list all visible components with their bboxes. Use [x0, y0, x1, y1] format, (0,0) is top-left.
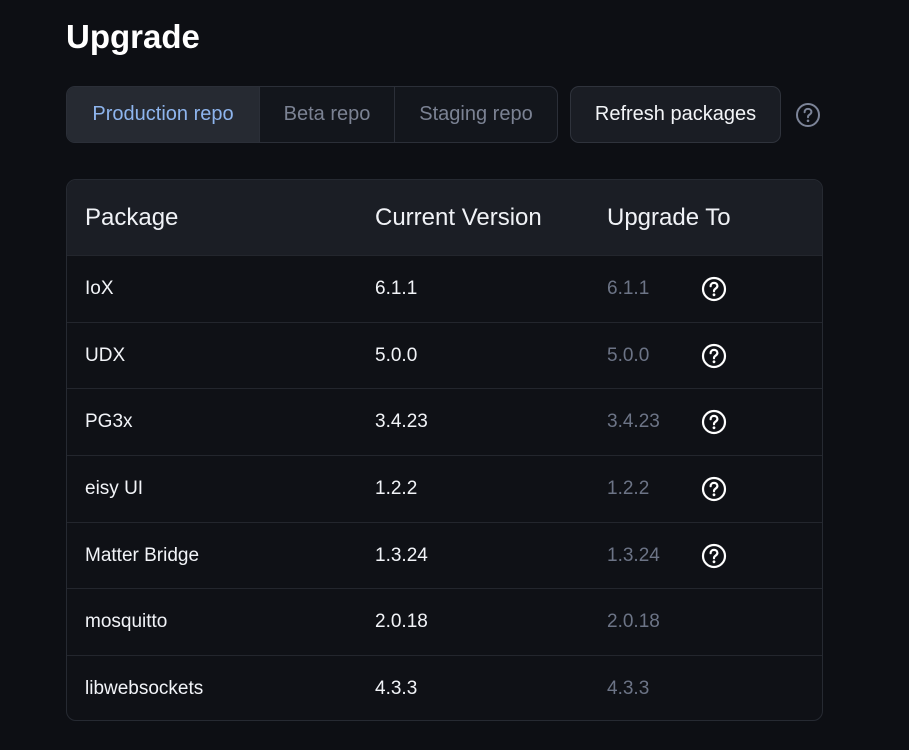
packages-table: Package Current Version Upgrade To IoX 6…: [66, 179, 823, 721]
tab-staging-repo[interactable]: Staging repo: [394, 87, 557, 142]
table-row: IoX 6.1.1 6.1.1: [67, 255, 822, 322]
tab-beta-repo[interactable]: Beta repo: [259, 87, 394, 142]
tab-production-repo[interactable]: Production repo: [67, 87, 259, 142]
question-circle-icon-graphic: [701, 343, 727, 368]
toolbar: Production repo Beta repo Staging repo R…: [66, 86, 821, 143]
table-header: Package Current Version Upgrade To: [67, 180, 822, 255]
package-name: PG3x: [85, 411, 133, 433]
table-row: Matter Bridge 1.3.24 1.3.24: [67, 521, 822, 589]
repo-tabs: Production repo Beta repo Staging repo: [66, 86, 558, 143]
package-name: libwebsockets: [85, 677, 204, 699]
current-version: 1.3.24: [375, 544, 428, 566]
header-package: Package: [85, 203, 179, 231]
question-circle-icon[interactable]: [795, 102, 821, 128]
upgrade-version: 1.3.24: [607, 544, 660, 566]
package-name: mosquitto: [85, 611, 168, 633]
current-version: 6.1.1: [375, 277, 418, 299]
table-row: PG3x 3.4.23 3.4.23: [67, 388, 822, 455]
package-name: eisy UI: [85, 477, 144, 499]
upgrade-version: 5.0.0: [607, 344, 650, 366]
header-upgrade-to: Upgrade To: [607, 203, 731, 231]
question-circle-icon[interactable]: [701, 276, 727, 302]
current-version: 4.3.3: [375, 677, 418, 699]
question-circle-icon-graphic: [701, 276, 727, 301]
question-circle-icon[interactable]: [701, 543, 727, 569]
upgrade-version: 3.4.23: [607, 411, 660, 433]
question-circle-icon-graphic: [796, 102, 820, 127]
current-version: 2.0.18: [375, 611, 428, 633]
upgrade-version: 6.1.1: [607, 277, 650, 299]
package-name: UDX: [85, 344, 126, 366]
package-name: IoX: [85, 277, 114, 299]
table-body: IoX 6.1.1 6.1.1 UDX 5.0.0 5.0.0 PG3x 3.4…: [67, 255, 822, 720]
upgrade-version: 4.3.3: [607, 677, 650, 699]
upgrade-page: Upgrade Production repo Beta repo Stagin…: [0, 0, 909, 750]
table-row: eisy UI 1.2.2 1.2.2: [67, 455, 822, 522]
page-title: Upgrade: [66, 18, 200, 55]
table-row: libwebsockets 4.3.3 4.3.3: [67, 655, 822, 720]
upgrade-version: 2.0.18: [607, 611, 660, 633]
question-circle-icon[interactable]: [701, 476, 727, 502]
refresh-packages-button[interactable]: Refresh packages: [570, 86, 781, 143]
table-row: UDX 5.0.0 5.0.0: [67, 321, 822, 389]
current-version: 5.0.0: [375, 344, 418, 366]
question-circle-icon-graphic: [701, 543, 727, 568]
header-current-version: Current Version: [375, 203, 542, 231]
current-version: 1.2.2: [375, 477, 418, 499]
package-name: Matter Bridge: [85, 544, 200, 566]
question-circle-icon[interactable]: [701, 409, 727, 435]
upgrade-version: 1.2.2: [607, 477, 650, 499]
question-circle-icon-graphic: [701, 410, 727, 435]
question-circle-icon[interactable]: [701, 343, 727, 369]
current-version: 3.4.23: [375, 411, 428, 433]
table-row: mosquitto 2.0.18 2.0.18: [67, 588, 822, 655]
question-circle-icon-graphic: [701, 476, 727, 502]
